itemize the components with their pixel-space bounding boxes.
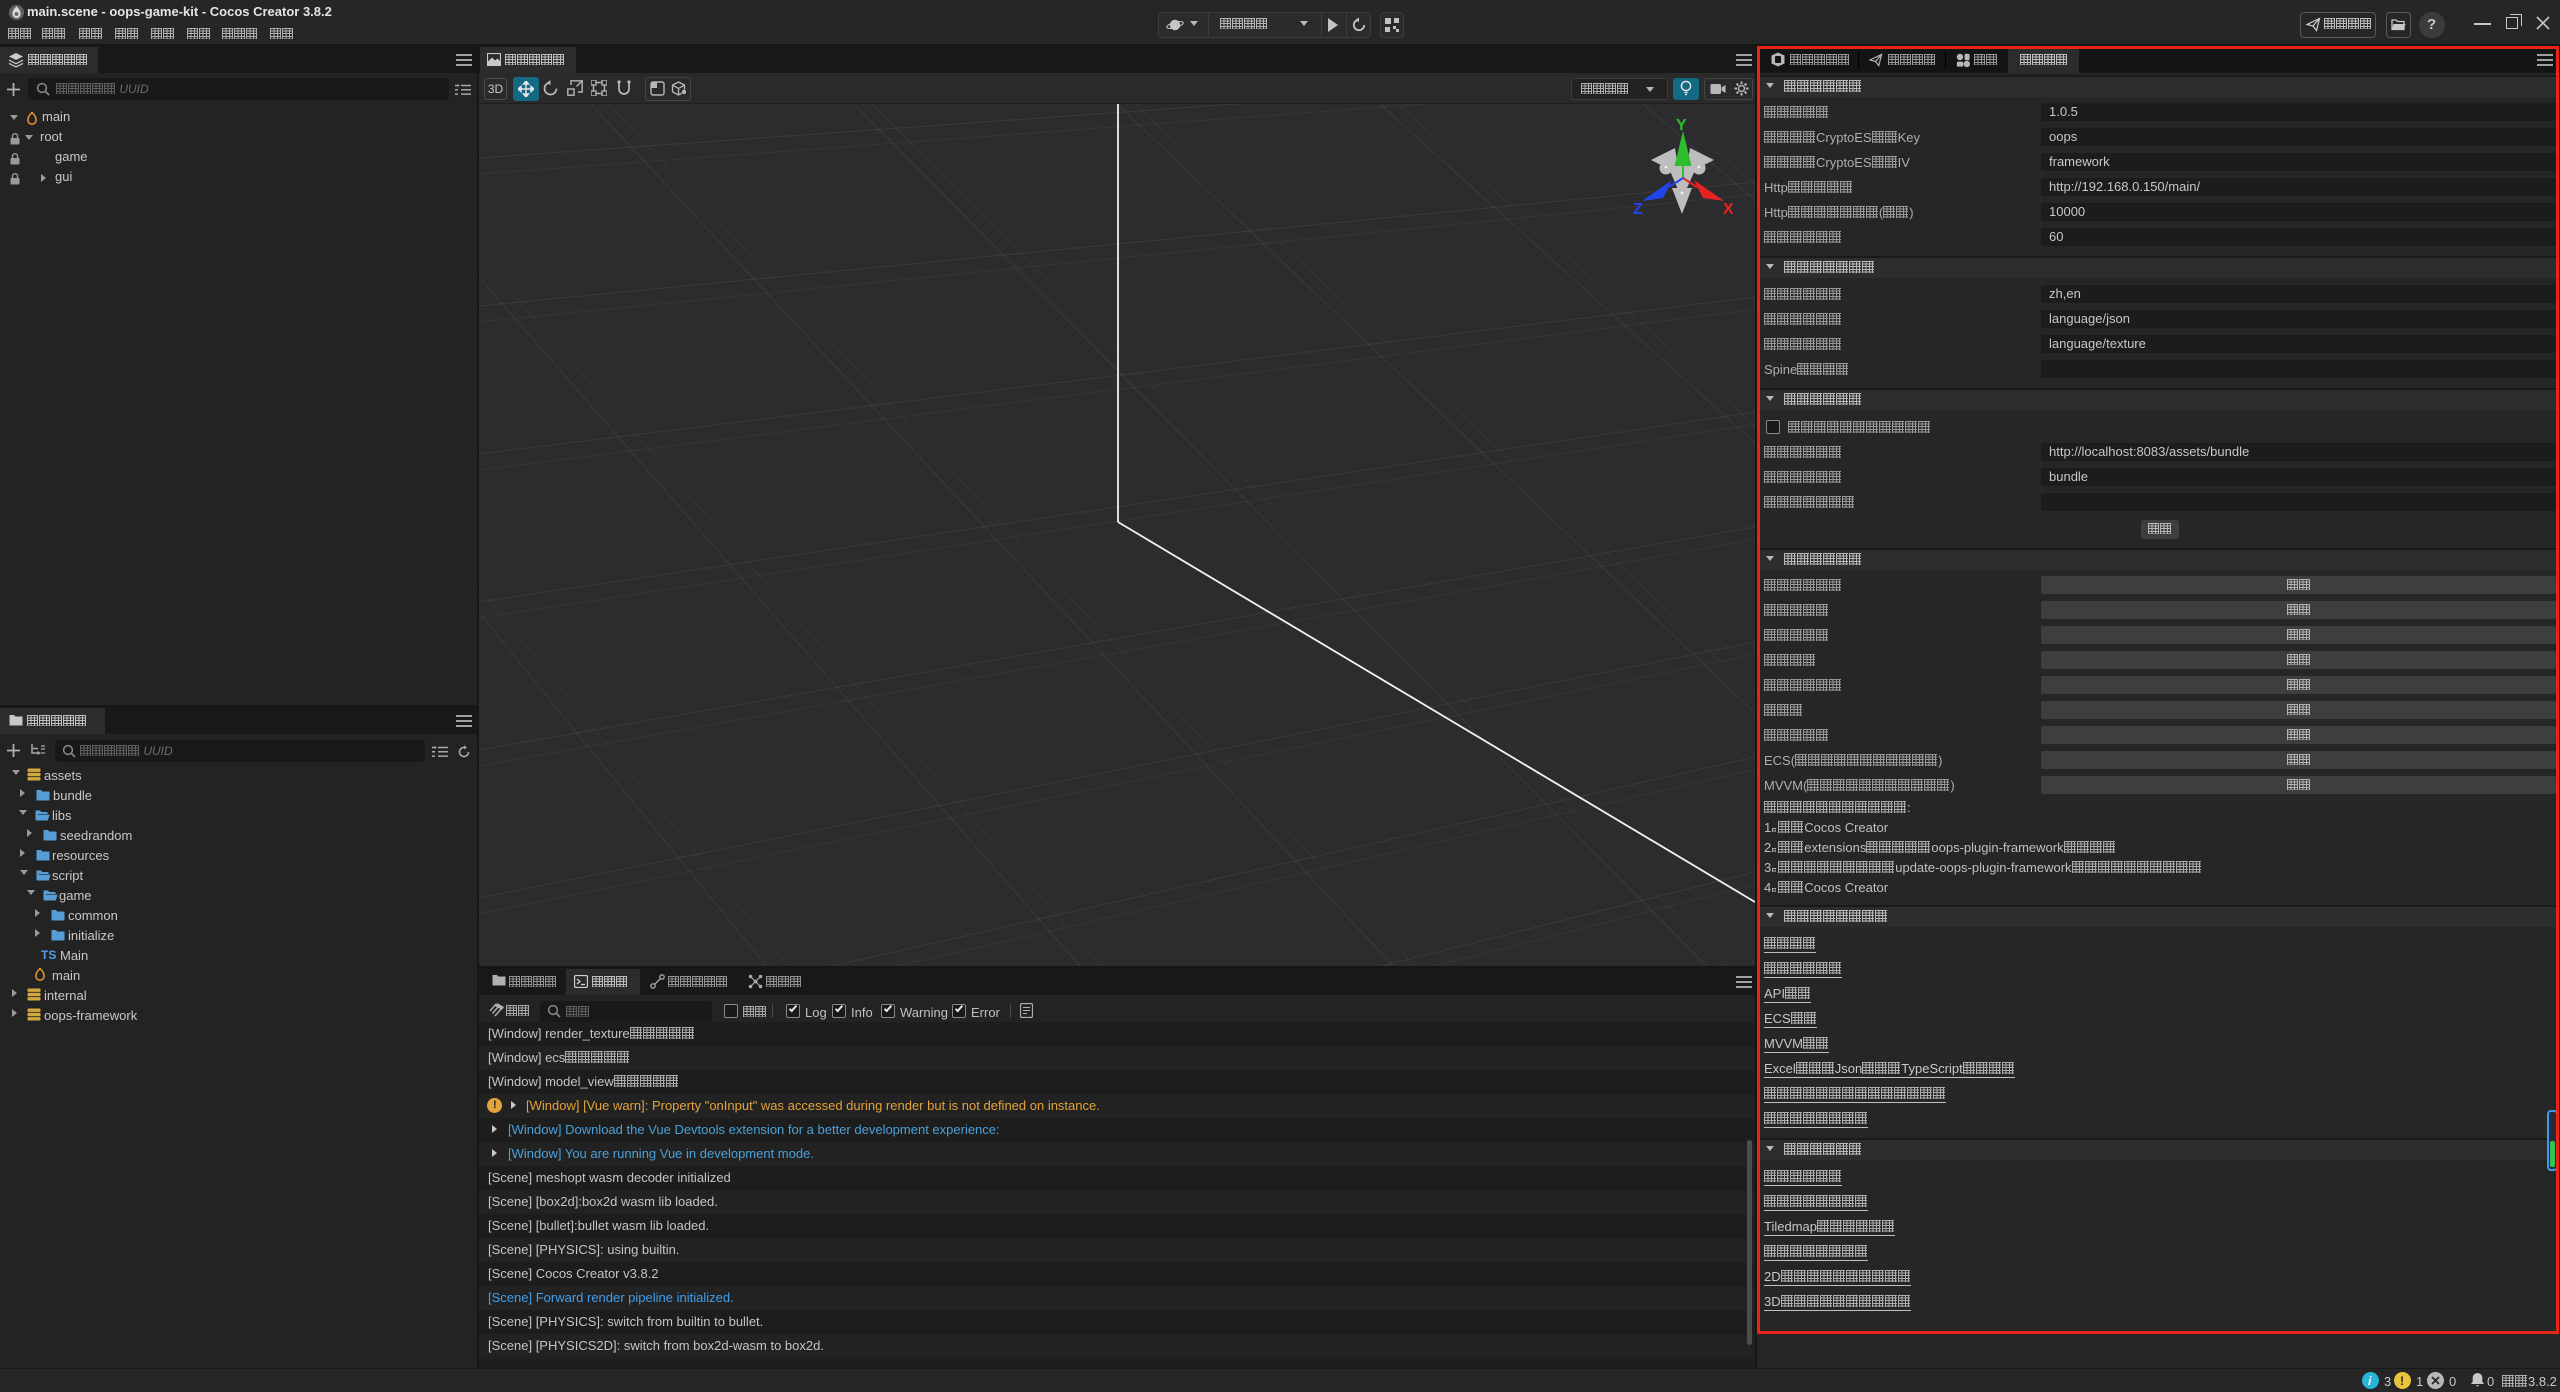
- svg-text:Z: Z: [1633, 201, 1643, 218]
- svg-text:X: X: [1723, 201, 1733, 218]
- svg-text:Y: Y: [1676, 117, 1687, 134]
